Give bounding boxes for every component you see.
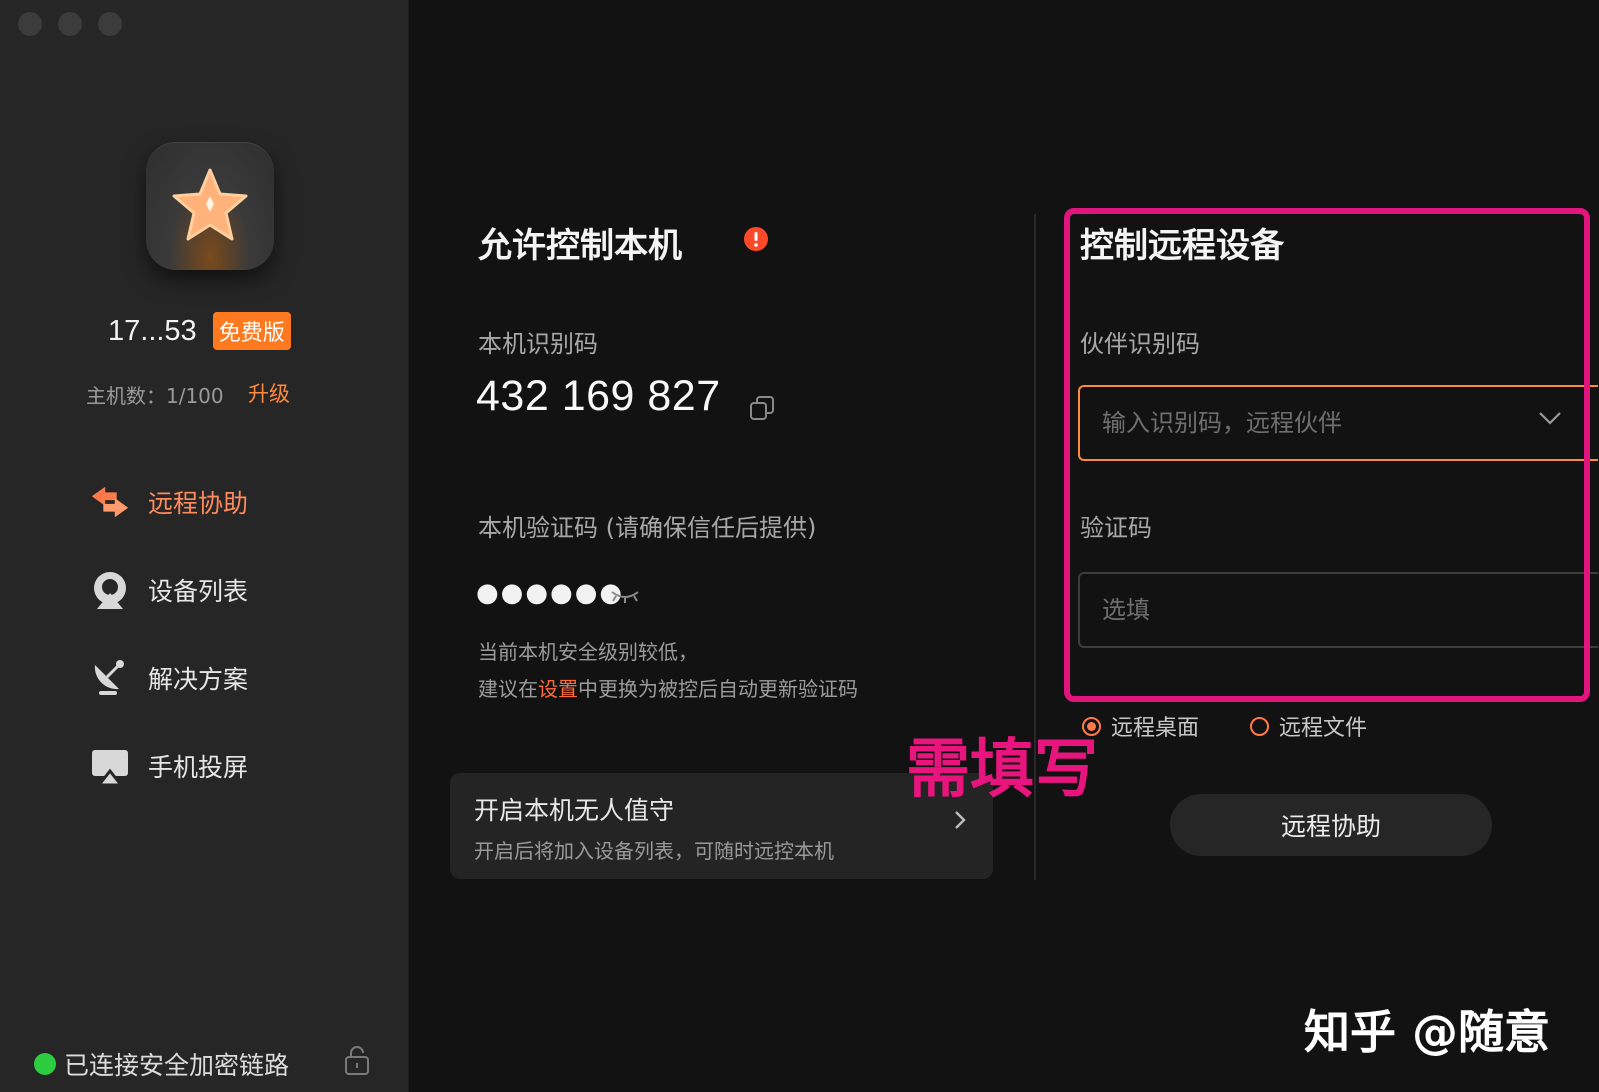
settings-link[interactable]: 设置 (538, 677, 578, 701)
chevron-down-icon[interactable] (1538, 410, 1562, 429)
lock-icon[interactable] (342, 1044, 372, 1080)
nav-label: 设备列表 (148, 577, 249, 606)
hint-text: 中更换为被控后自动更新验证码 (578, 677, 858, 701)
mode-remote-desktop[interactable]: 远程桌面 (1082, 710, 1199, 742)
mode-remote-file[interactable]: 远程文件 (1250, 710, 1367, 742)
partner-id-input[interactable] (1078, 385, 1598, 461)
nav-label: 解决方案 (148, 665, 249, 694)
partner-id-label: 伙伴识别码 (1080, 330, 1200, 358)
nav-screen-cast[interactable]: 手机投屏 (88, 744, 248, 788)
nav-device-list[interactable]: 设备列表 (88, 568, 248, 612)
watermark: 知乎 @随意 (1304, 1005, 1551, 1059)
chevron-right-icon (953, 809, 967, 835)
nav-remote-assist[interactable]: 远程协助 (88, 480, 248, 524)
window-zoom-button[interactable] (98, 12, 122, 36)
hint-text: 建议在 (478, 677, 538, 701)
connection-status: 已连接安全加密链路 (34, 1046, 289, 1082)
local-id-value: 432 169 827 (476, 372, 721, 420)
account-row: 17...53 免费版 (108, 312, 291, 350)
allow-title: 允许控制本机 (478, 226, 682, 266)
nav-label: 远程协助 (148, 489, 249, 518)
plan-badge: 免费版 (212, 312, 291, 350)
remote-assist-button[interactable]: 远程协助 (1170, 794, 1492, 856)
unattended-subtitle: 开启后将加入设备列表，可随时远控本机 (474, 839, 834, 863)
security-hint-line1: 当前本机安全级别较低， (478, 640, 698, 664)
swap-arrows-icon (88, 480, 132, 524)
local-password-label: 本机验证码 (请确保信任后提供) (478, 514, 817, 542)
eye-closed-icon[interactable] (610, 588, 640, 608)
verify-code-label: 验证码 (1080, 514, 1152, 542)
app-logo (146, 142, 274, 270)
host-count: 主机数：1/100 (86, 384, 224, 408)
account-id: 17...53 (108, 314, 197, 347)
warning-icon[interactable] (743, 226, 769, 256)
device-list-icon (88, 568, 132, 612)
upgrade-link[interactable]: 升级 (248, 378, 290, 408)
annotation-text: 需填写 (906, 733, 1098, 807)
window-minimize-button[interactable] (58, 12, 82, 36)
nav-solutions[interactable]: 解决方案 (88, 656, 248, 700)
window-close-button[interactable] (18, 12, 42, 36)
local-password-mask: ●●●●●● (476, 578, 625, 608)
nav-label: 手机投屏 (148, 753, 249, 782)
verify-code-input[interactable] (1078, 572, 1598, 648)
star-icon (172, 168, 248, 241)
radio-label: 远程桌面 (1111, 716, 1200, 741)
screen-cast-icon (88, 744, 132, 788)
security-hint-line2: 建议在设置中更换为被控后自动更新验证码 (478, 673, 858, 702)
copy-icon[interactable] (748, 394, 776, 426)
radio-label: 远程文件 (1279, 716, 1368, 741)
online-dot (34, 1053, 56, 1075)
satellite-dish-icon (88, 656, 132, 700)
sidebar: 17...53 免费版 主机数：1/100 升级 远程协助 设备列表 解决方案 … (0, 0, 409, 1092)
control-title: 控制远程设备 (1080, 226, 1284, 266)
radio-unselected[interactable] (1250, 716, 1269, 736)
local-id-label: 本机识别码 (478, 330, 598, 358)
status-text: 已连接安全加密链路 (64, 1051, 290, 1080)
unattended-title: 开启本机无人值守 (474, 796, 675, 825)
